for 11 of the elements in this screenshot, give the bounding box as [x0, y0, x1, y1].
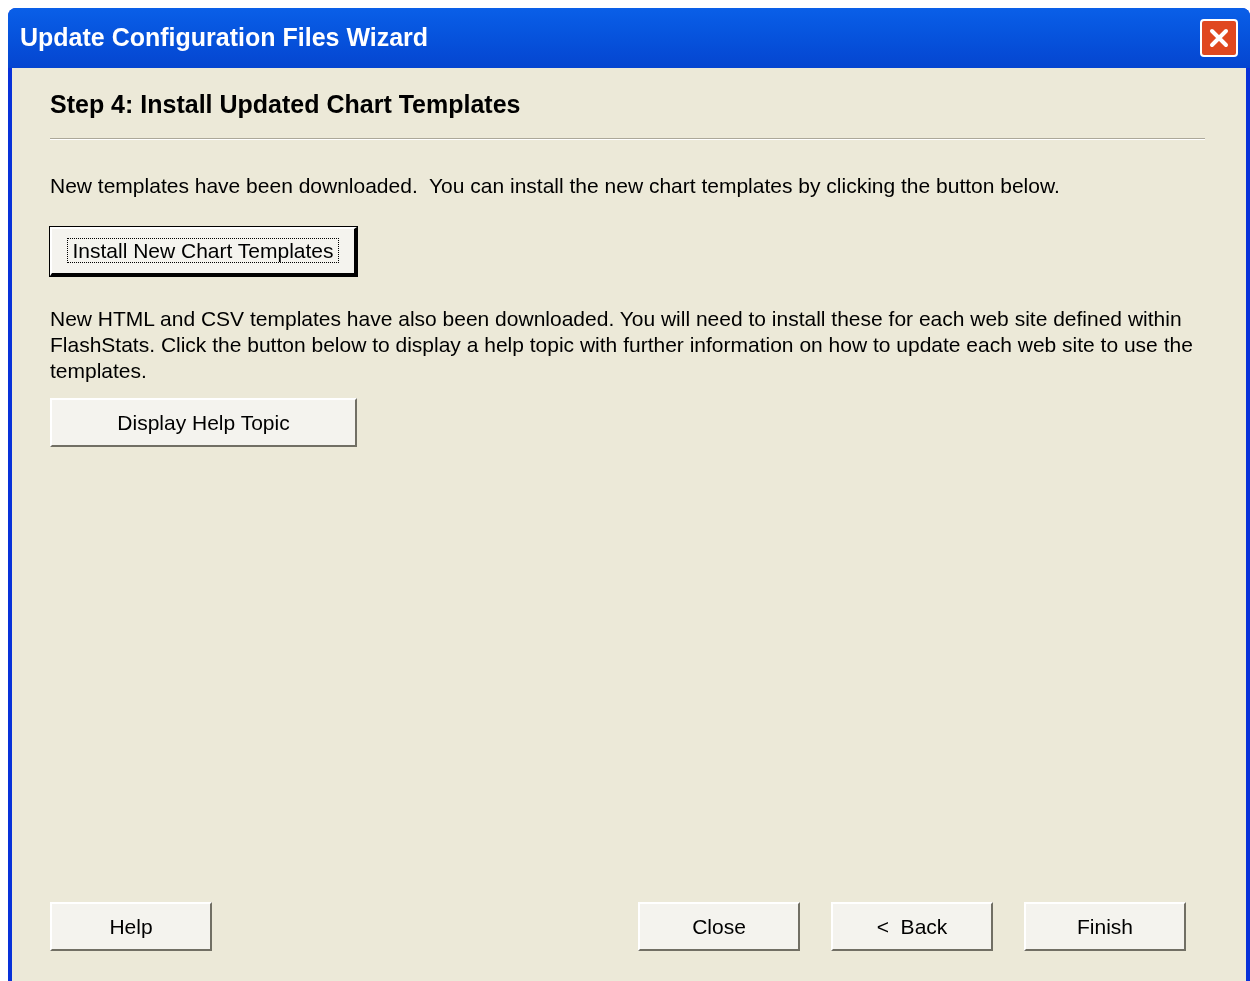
help-text: New HTML and CSV templates have also been downloaded. You will need to install these for each web site defined within FlashStats. Click the button below to display a help topic with further information on how to update each web site to use the templates. — [50, 306, 1194, 384]
back-button[interactable]: < Back — [831, 902, 993, 951]
help-button[interactable]: Help — [50, 902, 212, 951]
intro-text: New templates have been downloaded. You can install the new chart templates by clicking the button below. — [50, 172, 1061, 199]
step-title: Step 4: Install Updated Chart Templates — [50, 89, 522, 120]
close-button[interactable]: Close — [638, 902, 800, 951]
window-title: Update Configuration Files Wizard — [20, 22, 429, 54]
close-icon[interactable] — [1200, 19, 1238, 57]
install-templates-button[interactable]: Install New Chart Templates — [50, 227, 357, 276]
finish-button[interactable]: Finish — [1024, 902, 1186, 951]
display-help-topic-button[interactable]: Display Help Topic — [50, 398, 357, 447]
